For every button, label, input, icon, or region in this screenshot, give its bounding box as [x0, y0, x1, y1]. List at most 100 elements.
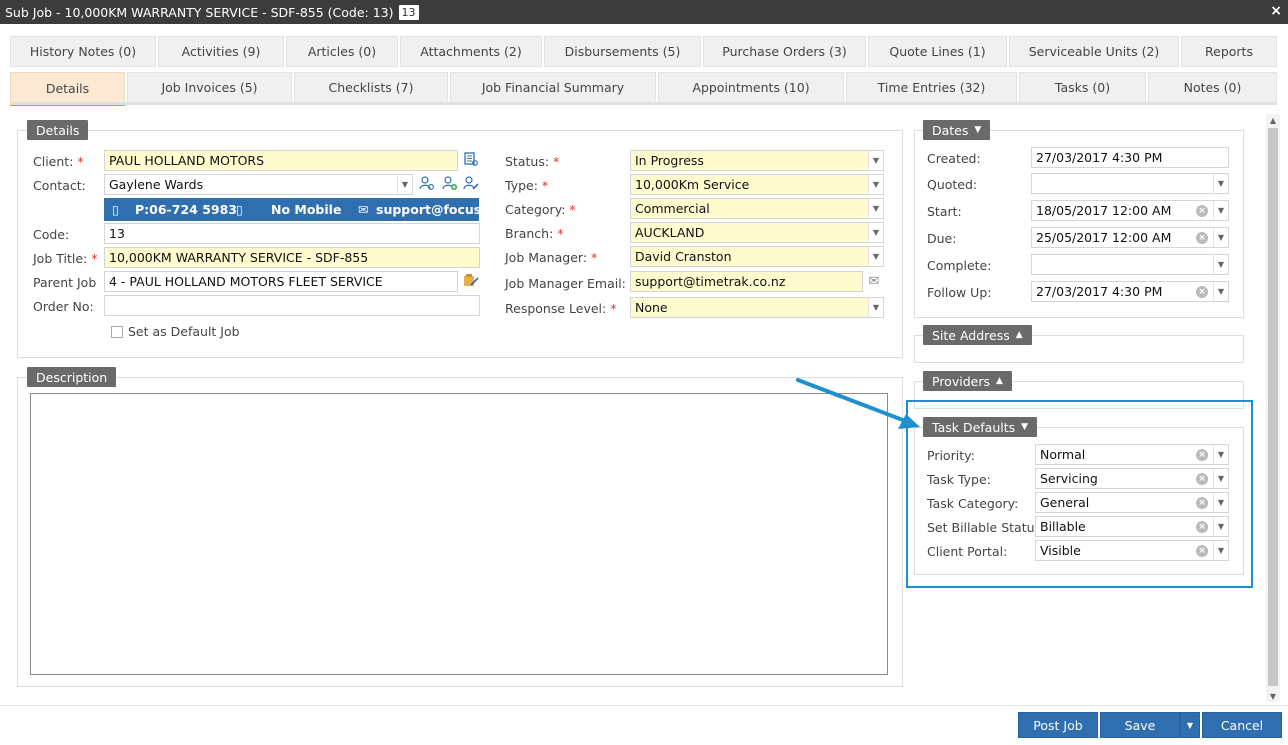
window-titlebar: Sub Job - 10,000KM WARRANTY SERVICE - SD… — [0, 0, 1288, 24]
contact-value: Gaylene Wards — [109, 177, 204, 192]
chevron-down-icon[interactable]: ▼ — [868, 247, 883, 266]
due-field[interactable]: 25/05/2017 12:00 AM × ▼ — [1031, 227, 1229, 248]
contact-mobile: No Mobile — [271, 202, 342, 217]
code-field[interactable]: 13 — [104, 223, 480, 244]
dates-header[interactable]: Dates ▼ — [923, 120, 991, 140]
chevron-down-icon[interactable]: ▼ — [397, 175, 412, 194]
tab-appointments[interactable]: Appointments (10) — [658, 72, 844, 103]
status-select[interactable]: In Progress ▼ — [630, 150, 884, 171]
client-field[interactable]: PAUL HOLLAND MOTORS — [104, 150, 458, 171]
start-field[interactable]: 18/05/2017 12:00 AM × ▼ — [1031, 200, 1229, 221]
contact-add-icon[interactable] — [441, 174, 459, 192]
description-header[interactable]: Description — [27, 367, 117, 387]
tab-purchase-orders[interactable]: Purchase Orders (3) — [703, 36, 866, 67]
tab-underline — [10, 102, 1277, 105]
contact-label: Contact: — [33, 178, 86, 193]
tab-tasks[interactable]: Tasks (0) — [1019, 72, 1146, 103]
save-button[interactable]: Save — [1100, 712, 1180, 738]
chevron-down-icon[interactable]: ▼ — [1213, 201, 1228, 220]
chevron-down-icon[interactable]: ▼ — [868, 199, 883, 218]
contact-field[interactable]: Gaylene Wards ▼ — [104, 174, 413, 195]
chevron-down-icon[interactable]: ▼ — [1213, 255, 1228, 274]
start-label: Start: — [927, 204, 962, 219]
parent-job-label: Parent Job — [33, 275, 97, 290]
tab-reports[interactable]: Reports — [1181, 36, 1277, 67]
send-email-icon[interactable]: ✉ — [865, 272, 883, 290]
scrollbar-thumb[interactable] — [1268, 128, 1278, 686]
site-address-header[interactable]: Site Address ▲ — [923, 325, 1032, 345]
clear-icon[interactable]: × — [1196, 286, 1208, 298]
parent-job-field[interactable]: 4 - PAUL HOLLAND MOTORS FLEET SERVICE — [104, 271, 458, 292]
caret-up-icon: ▲ — [1015, 330, 1023, 340]
chevron-down-icon[interactable]: ▼ — [868, 151, 883, 170]
tab-quote-lines[interactable]: Quote Lines (1) — [868, 36, 1007, 67]
description-textarea[interactable] — [30, 393, 888, 675]
contact-phone[interactable]: P:06-724 5983 — [135, 202, 237, 217]
branch-select[interactable]: AUCKLAND ▼ — [630, 222, 884, 243]
chevron-down-icon[interactable]: ▼ — [868, 223, 883, 242]
tab-notes[interactable]: Notes (0) — [1148, 72, 1277, 103]
tab-activities[interactable]: Activities (9) — [158, 36, 284, 67]
window-title: Sub Job - 10,000KM WARRANTY SERVICE - SD… — [5, 4, 394, 20]
scroll-down-icon[interactable]: ▼ — [1266, 690, 1280, 702]
chevron-down-icon[interactable]: ▼ — [1213, 282, 1228, 301]
details-header[interactable]: Details — [27, 120, 89, 140]
job-title-label: Job Title: * — [33, 251, 98, 266]
providers-header[interactable]: Providers ▲ — [923, 371, 1012, 391]
mobile-icon: ▯ — [236, 202, 243, 217]
default-job-checkbox[interactable] — [111, 326, 123, 338]
response-level-label: Response Level: * — [505, 301, 617, 316]
complete-field[interactable]: ▼ — [1031, 254, 1229, 275]
client-lookup-icon[interactable] — [462, 150, 480, 168]
contact-edit-icon[interactable] — [462, 174, 480, 192]
type-select[interactable]: 10,000Km Service ▼ — [630, 174, 884, 195]
chevron-down-icon[interactable]: ▼ — [1213, 174, 1228, 193]
quoted-label: Quoted: — [927, 177, 978, 192]
job-manager-email-field[interactable]: support@timetrak.co.nz — [630, 271, 863, 292]
tab-serviceable-units[interactable]: Serviceable Units (2) — [1009, 36, 1179, 67]
code-label: Code: — [33, 227, 70, 242]
scroll-up-icon[interactable]: ▲ — [1266, 114, 1280, 126]
created-label: Created: — [927, 151, 981, 166]
caret-up-icon: ▲ — [995, 376, 1003, 386]
caret-down-icon: ▼ — [974, 125, 982, 135]
type-label: Type: * — [505, 178, 549, 193]
follow-up-label: Follow Up: — [927, 285, 992, 300]
clear-icon[interactable]: × — [1196, 232, 1208, 244]
tab-attachments[interactable]: Attachments (2) — [400, 36, 542, 67]
tab-job-invoices[interactable]: Job Invoices (5) — [127, 72, 292, 103]
save-options-chevron-icon[interactable]: ▼ — [1180, 712, 1200, 738]
post-job-button[interactable]: Post Job — [1018, 712, 1098, 738]
follow-up-field[interactable]: 27/03/2017 4:30 PM × ▼ — [1031, 281, 1229, 302]
chevron-down-icon[interactable]: ▼ — [868, 298, 883, 317]
chevron-down-icon[interactable]: ▼ — [868, 175, 883, 194]
job-manager-label: Job Manager: * — [505, 250, 598, 265]
tab-disbursements[interactable]: Disbursements (5) — [544, 36, 701, 67]
tab-history-notes[interactable]: History Notes (0) — [10, 36, 156, 67]
task-defaults-highlight-box — [906, 400, 1253, 588]
order-no-field[interactable] — [104, 295, 480, 316]
tab-time-entries[interactable]: Time Entries (32) — [846, 72, 1017, 103]
contact-email[interactable]: support@focus... — [376, 202, 495, 217]
quoted-field[interactable]: ▼ — [1031, 173, 1229, 194]
vertical-scrollbar[interactable]: ▲ ▼ — [1266, 114, 1280, 702]
cancel-button[interactable]: Cancel — [1202, 712, 1282, 738]
parent-job-edit-icon[interactable] — [462, 271, 480, 289]
created-field: 27/03/2017 4:30 PM — [1031, 147, 1229, 168]
tab-articles[interactable]: Articles (0) — [286, 36, 398, 67]
clear-icon[interactable]: × — [1196, 205, 1208, 217]
footer-divider — [0, 705, 1288, 706]
due-label: Due: — [927, 231, 957, 246]
tab-checklists[interactable]: Checklists (7) — [294, 72, 448, 103]
category-select[interactable]: Commercial ▼ — [630, 198, 884, 219]
category-label: Category: * — [505, 202, 576, 217]
response-level-select[interactable]: None ▼ — [630, 297, 884, 318]
job-manager-email-label: Job Manager Email: * — [505, 276, 636, 291]
chevron-down-icon[interactable]: ▼ — [1213, 228, 1228, 247]
tab-job-financial-summary[interactable]: Job Financial Summary — [450, 72, 656, 103]
job-manager-select[interactable]: David Cranston ▼ — [630, 246, 884, 267]
job-title-field[interactable]: 10,000KM WARRANTY SERVICE - SDF-855 — [104, 247, 480, 268]
close-icon[interactable]: × — [1270, 3, 1282, 19]
contact-view-icon[interactable] — [418, 174, 436, 192]
tab-details[interactable]: Details — [10, 72, 125, 106]
